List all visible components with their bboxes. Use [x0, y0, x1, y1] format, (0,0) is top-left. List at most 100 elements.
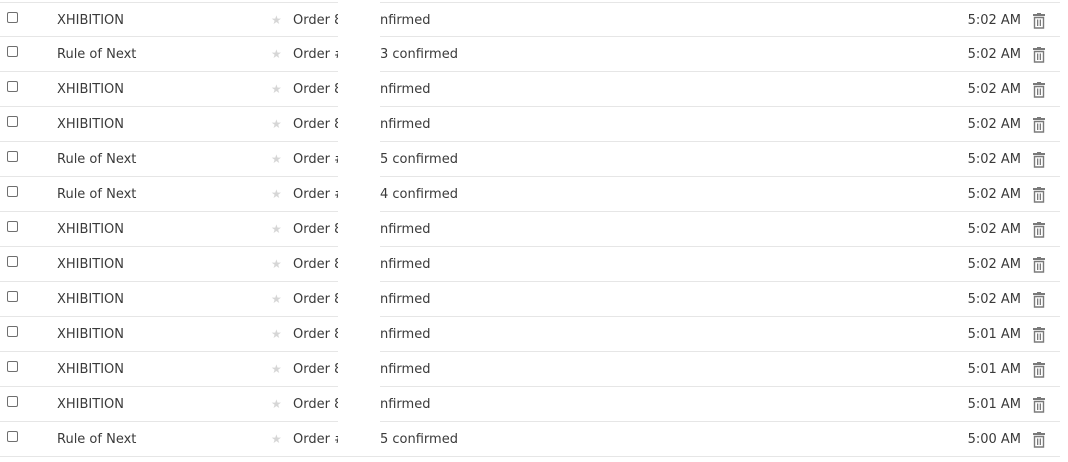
trash-icon[interactable] [1032, 292, 1046, 308]
trash-icon[interactable] [1032, 47, 1046, 63]
trash-icon[interactable] [1032, 152, 1046, 168]
select-checkbox[interactable] [7, 291, 18, 302]
subject-status-text: 5 confirmed [380, 432, 458, 447]
select-checkbox[interactable] [7, 221, 18, 232]
select-checkbox[interactable] [7, 116, 18, 127]
subject-text: Order # [293, 432, 338, 447]
select-checkbox[interactable] [7, 12, 18, 23]
message-row[interactable]: XHIBITION ★ Order 8 nfirmed 5:02 AM [0, 2, 1060, 37]
subject-status-text: 3 confirmed [380, 47, 458, 62]
subject-mask [338, 71, 380, 106]
star-icon[interactable]: ★ [271, 422, 282, 457]
star-icon[interactable]: ★ [271, 352, 282, 387]
select-checkbox[interactable] [7, 151, 18, 162]
message-row[interactable]: XHIBITION ★ Order 8 nfirmed 5:01 AM [0, 316, 1060, 352]
subject-text: Order # [293, 152, 338, 167]
star-icon[interactable]: ★ [271, 247, 282, 282]
received-time: 5:02 AM [967, 292, 1021, 307]
select-checkbox[interactable] [7, 431, 18, 442]
sender-name: XHIBITION [57, 397, 124, 412]
trash-icon[interactable] [1032, 362, 1046, 378]
message-row[interactable]: XHIBITION ★ Order 8 nfirmed 5:02 AM [0, 246, 1060, 282]
select-checkbox[interactable] [7, 326, 18, 337]
subject-status-text: nfirmed [380, 397, 431, 412]
star-icon[interactable]: ★ [271, 37, 282, 72]
received-time: 5:02 AM [967, 13, 1021, 28]
subject-text: Order 8 [293, 327, 338, 342]
star-icon[interactable]: ★ [271, 317, 282, 352]
subject-text: Order 8 [293, 117, 338, 132]
message-row[interactable]: XHIBITION ★ Order 8 nfirmed 5:02 AM [0, 71, 1060, 107]
star-icon[interactable]: ★ [271, 107, 282, 142]
select-checkbox[interactable] [7, 256, 18, 267]
subject-text: Order 8 [293, 222, 338, 237]
subject-status-text: nfirmed [380, 13, 431, 28]
trash-icon[interactable] [1032, 222, 1046, 238]
subject-text: Order # [293, 47, 338, 62]
trash-icon[interactable] [1032, 187, 1046, 203]
subject-mask [338, 246, 380, 281]
message-row[interactable]: XHIBITION ★ Order 8 nfirmed 5:02 AM [0, 281, 1060, 317]
subject-mask [338, 2, 380, 37]
trash-icon[interactable] [1032, 397, 1046, 413]
message-row[interactable]: Rule of Next ★ Order # 3 confirmed 5:02 … [0, 36, 1060, 72]
sender-name: Rule of Next [57, 187, 137, 202]
star-icon[interactable]: ★ [271, 177, 282, 212]
sender-name: XHIBITION [57, 82, 124, 97]
sender-name: XHIBITION [57, 327, 124, 342]
message-row[interactable]: Rule of Next ★ Order # 4 confirmed 5:02 … [0, 176, 1060, 212]
trash-icon[interactable] [1032, 432, 1046, 448]
received-time: 5:01 AM [967, 397, 1021, 412]
received-time: 5:02 AM [967, 152, 1021, 167]
select-checkbox[interactable] [7, 361, 18, 372]
subject-mask [338, 176, 380, 211]
message-row[interactable]: XHIBITION ★ Order 8 nfirmed 5:01 AM [0, 351, 1060, 387]
star-icon[interactable]: ★ [271, 72, 282, 107]
trash-icon[interactable] [1032, 327, 1046, 343]
subject-mask [338, 351, 380, 386]
select-checkbox[interactable] [7, 186, 18, 197]
sender-name: XHIBITION [57, 13, 124, 28]
subject-status-text: nfirmed [380, 222, 431, 237]
star-icon[interactable]: ★ [271, 282, 282, 317]
trash-icon[interactable] [1032, 13, 1046, 29]
message-row[interactable]: Rule of Next ★ Order # 5 confirmed 5:02 … [0, 141, 1060, 177]
trash-icon[interactable] [1032, 82, 1046, 98]
select-checkbox[interactable] [7, 46, 18, 57]
trash-icon[interactable] [1032, 257, 1046, 273]
received-time: 5:02 AM [967, 222, 1021, 237]
message-row[interactable]: Rule of Next ★ Order # 5 confirmed 5:00 … [0, 421, 1060, 457]
received-time: 5:01 AM [967, 327, 1021, 342]
select-checkbox[interactable] [7, 81, 18, 92]
subject-text: Order 8 [293, 292, 338, 307]
star-icon[interactable]: ★ [271, 3, 282, 38]
star-icon[interactable]: ★ [271, 387, 282, 422]
trash-icon[interactable] [1032, 117, 1046, 133]
subject-text: Order 8 [293, 13, 338, 28]
sender-name: Rule of Next [57, 432, 137, 447]
subject-mask [338, 386, 380, 421]
message-row[interactable]: XHIBITION ★ Order 8 nfirmed 5:02 AM [0, 106, 1060, 142]
subject-status-text: nfirmed [380, 362, 431, 377]
message-row[interactable]: XHIBITION ★ Order 8 nfirmed 5:02 AM [0, 211, 1060, 247]
subject-status-text: 5 confirmed [380, 152, 458, 167]
received-time: 5:02 AM [967, 187, 1021, 202]
subject-text: Order 8 [293, 82, 338, 97]
select-checkbox[interactable] [7, 396, 18, 407]
subject-status-text: nfirmed [380, 117, 431, 132]
star-icon[interactable]: ★ [271, 142, 282, 177]
sender-name: XHIBITION [57, 117, 124, 132]
message-row[interactable]: XHIBITION ★ Order 8 nfirmed 5:01 AM [0, 386, 1060, 422]
received-time: 5:02 AM [967, 257, 1021, 272]
subject-mask [338, 316, 380, 351]
subject-text: Order 8 [293, 362, 338, 377]
subject-status-text: 4 confirmed [380, 187, 458, 202]
message-list: XHIBITION ★ Order 8 nfirmed 5:02 AM Rule… [0, 2, 1060, 457]
received-time: 5:00 AM [967, 432, 1021, 447]
star-icon[interactable]: ★ [271, 212, 282, 247]
sender-name: XHIBITION [57, 362, 124, 377]
subject-text: Order 8 [293, 397, 338, 412]
subject-mask [338, 106, 380, 141]
sender-name: Rule of Next [57, 47, 137, 62]
subject-text: Order # [293, 187, 338, 202]
